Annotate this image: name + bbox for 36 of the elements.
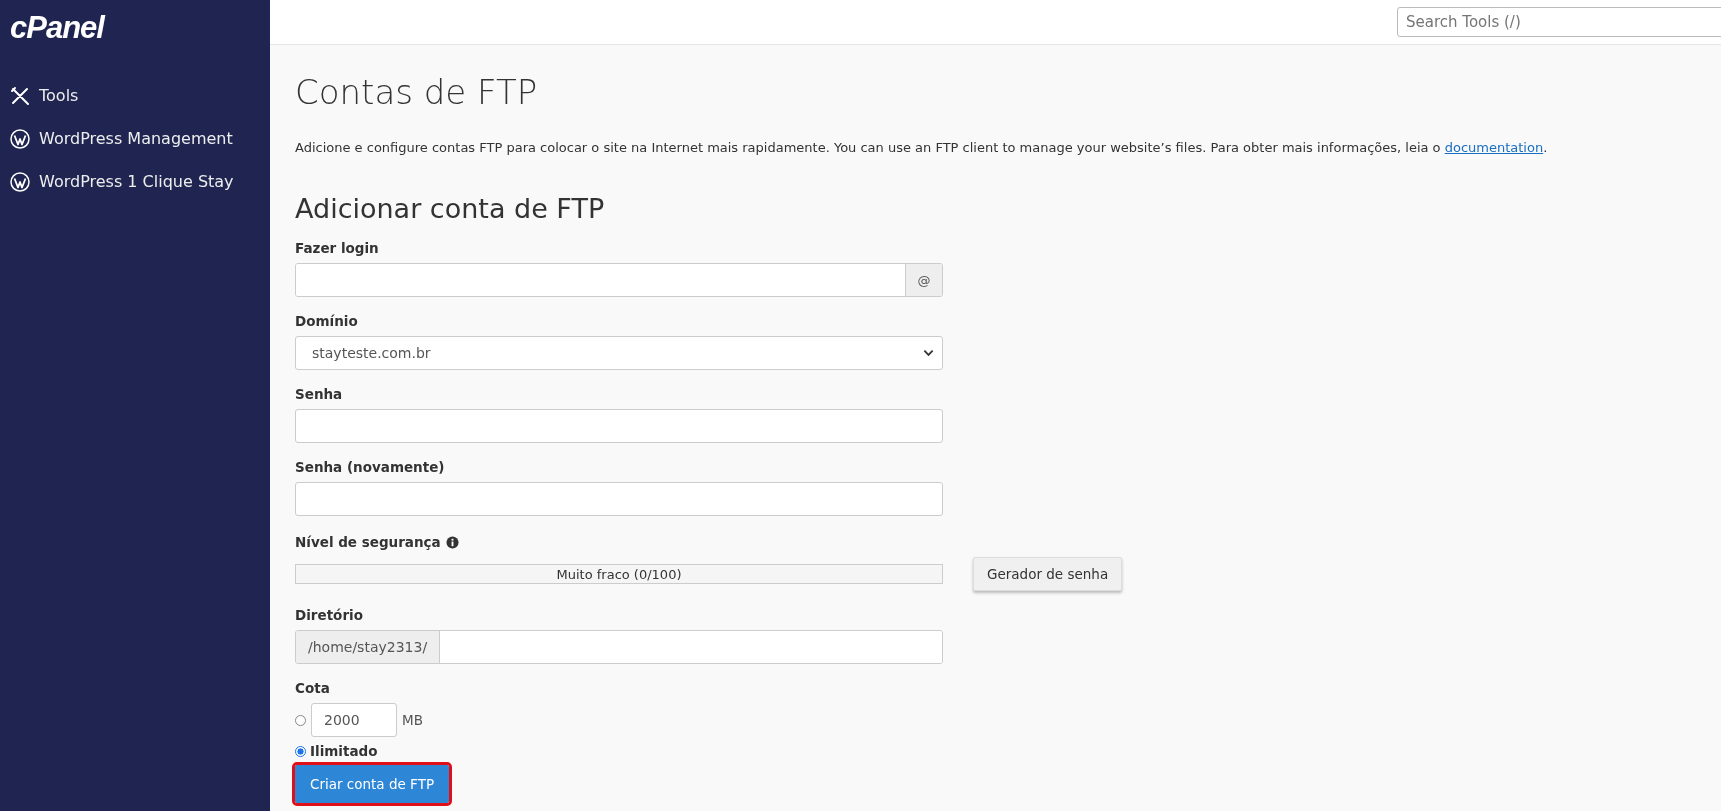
documentation-link[interactable]: documentation: [1444, 140, 1544, 155]
sidebar-item[interactable]: WordPress Management: [0, 117, 270, 160]
password-field[interactable]: [295, 482, 943, 516]
directory-prefix: /home/stay2313/: [296, 631, 441, 663]
login-field[interactable]: @: [295, 263, 943, 297]
field-label: Diretório: [295, 607, 364, 623]
wordpress-icon: [10, 171, 30, 192]
sidebar-item[interactable]: WordPress 1 Clique Stay: [0, 160, 270, 203]
password-field[interactable]: [295, 409, 943, 443]
tools-icon: [10, 85, 30, 106]
info-icon[interactable]: [445, 535, 459, 549]
at-addon: @: [905, 264, 942, 296]
search-field[interactable]: Search Tools (/): [1397, 7, 1721, 37]
field-label: Fazer login: [295, 240, 380, 256]
radio-button[interactable]: [295, 714, 306, 726]
chevron-down-icon: [923, 349, 934, 357]
field-label: Nível de segurança: [295, 534, 441, 550]
logo: cPanel: [9, 9, 107, 47]
radio-label: Ilimitado: [310, 743, 378, 759]
sidebar-item[interactable]: Tools: [0, 74, 270, 117]
directory-field[interactable]: /home/stay2313/: [295, 630, 943, 664]
section-heading: Adicionar conta de FTP: [295, 193, 606, 224]
field-label: Senha: [295, 386, 344, 402]
field-label: Senha (novamente): [295, 459, 446, 475]
radio-button[interactable]: [295, 745, 306, 757]
field-label: Domínio: [295, 313, 359, 329]
strength-reading: Muito fraco (0/100): [556, 566, 682, 582]
page-title: Contas de FTP: [295, 72, 539, 112]
intro-text: Adicione e configure contas FTP para colocar o site na Internet mais rapidamente. You can use an FTP client to manage your website’s files. Para obter mais informações, leia o documentation.: [295, 140, 1549, 155]
create-account-button[interactable]: Criar conta de FTP: [295, 765, 450, 803]
domain-select[interactable]: stayteste.com.br: [295, 336, 943, 370]
unit-label: MB: [402, 712, 423, 728]
wordpress-icon: [10, 128, 30, 149]
field-label: Cota: [295, 680, 331, 696]
password-generator-button[interactable]: Gerador de senha: [973, 557, 1123, 591]
quota-field[interactable]: 2000: [311, 703, 397, 737]
